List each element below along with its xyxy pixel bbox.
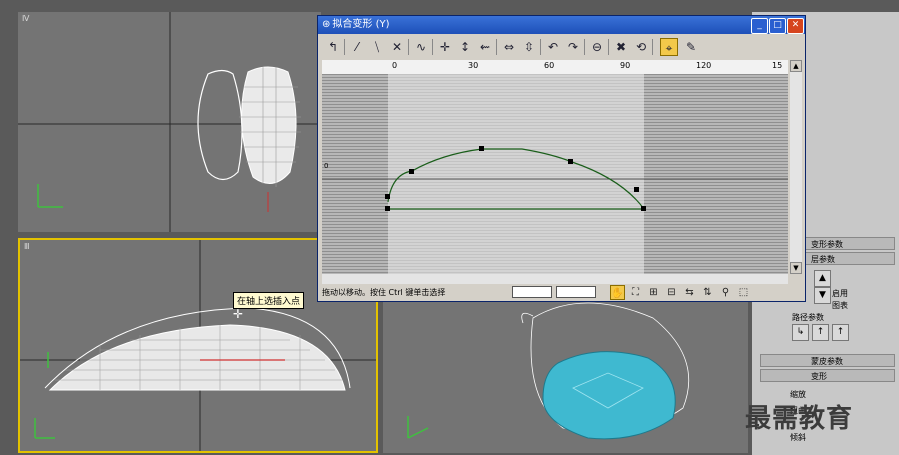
deformation-graph[interactable] bbox=[322, 74, 788, 274]
app-icon: ⊛ bbox=[322, 19, 331, 30]
svg-text:✛: ✛ bbox=[233, 307, 243, 321]
path-params-label: 路径参数 bbox=[792, 313, 824, 322]
minimize-button[interactable]: _ bbox=[751, 18, 768, 34]
x-value-field[interactable] bbox=[512, 286, 552, 298]
display-y-axis-icon[interactable]: ⧹ bbox=[368, 38, 386, 56]
dialog-statusbar: 拖动以移动。按住 Ctrl 键单击选择 ✋ ⛶ ⊞ ⊟ ⇆ ⇅ ⚲ ⬚ bbox=[320, 284, 803, 301]
y-value-field[interactable] bbox=[556, 286, 596, 298]
spinner-up-icon[interactable]: ▲ bbox=[814, 270, 831, 287]
graph-ruler: 0 30 60 90 120 15 bbox=[322, 60, 788, 75]
dialog-title: 拟合变形 (Y) bbox=[332, 19, 390, 30]
delete-control-point-icon[interactable]: ✖ bbox=[612, 38, 630, 56]
insert-bezier-point-icon[interactable]: ⇜ bbox=[476, 38, 494, 56]
scroll-up-icon[interactable]: ▲ bbox=[790, 60, 802, 72]
generate-path-icon[interactable]: ✎ bbox=[682, 38, 700, 56]
zoom-region-icon[interactable]: ⬚ bbox=[736, 285, 751, 300]
zoom-vertical-icon[interactable]: ⇅ bbox=[700, 285, 715, 300]
zoom-horizontal-icon[interactable]: ⇆ bbox=[682, 285, 697, 300]
maximize-button[interactable]: □ bbox=[769, 18, 786, 34]
value-marker: 0 bbox=[324, 162, 329, 170]
rotate-ccw-icon[interactable]: ↶ bbox=[544, 38, 562, 56]
scale-control-point-icon[interactable]: ↕ bbox=[456, 38, 474, 56]
ruler-tick: 15 bbox=[772, 61, 783, 70]
dialog-titlebar[interactable]: ⊛ 拟合变形 (Y) _ □ ✕ bbox=[318, 16, 805, 34]
zoom-horizontal-extents-icon[interactable]: ⊞ bbox=[646, 285, 661, 300]
ruler-tick: 0 bbox=[392, 61, 398, 70]
ruler-tick: 60 bbox=[544, 61, 555, 70]
spinner-down-icon[interactable]: ▼ bbox=[814, 287, 831, 304]
mirror-horizontal-icon[interactable]: ⇔ bbox=[500, 38, 518, 56]
get-shape-icon[interactable]: ⌖ bbox=[660, 38, 678, 56]
zoom-icon[interactable]: ⚲ bbox=[718, 285, 733, 300]
rollout-skin-params[interactable]: 蒙皮参数 bbox=[760, 354, 895, 367]
reset-curve-icon[interactable]: ⟲ bbox=[632, 38, 650, 56]
rollout-deformations[interactable]: 变形 bbox=[760, 369, 895, 382]
ruler-tick: 120 bbox=[696, 61, 712, 70]
watermark-logo: 最需教育 bbox=[745, 404, 854, 434]
ruler-tick: 30 bbox=[468, 61, 479, 70]
display-x-axis-icon[interactable]: ⁄ bbox=[348, 38, 366, 56]
insert-point-tooltip: 在轴上选插入点 bbox=[233, 292, 305, 309]
zoom-vertical-extents-icon[interactable]: ⊟ bbox=[664, 285, 679, 300]
mirror-vertical-icon[interactable]: ⇳ bbox=[520, 38, 538, 56]
pan-icon[interactable]: ✋ bbox=[610, 285, 625, 300]
swap-curves-icon[interactable]: ∿ bbox=[412, 38, 430, 56]
pick-icon[interactable]: ↳ bbox=[792, 324, 809, 341]
deformation-curve-canvas bbox=[322, 74, 788, 274]
dialog-toolbar: ↰ ⁄ ⧹ ✕ ∿ ✛ ↕ ⇜ ⇔ ⇳ ↶ ↷ ⊖ ✖ ⟲ ⌖ ✎ bbox=[320, 36, 803, 58]
enable-checkbox-label[interactable]: 启用 bbox=[832, 288, 848, 299]
viewport-top-canvas bbox=[18, 12, 321, 232]
lock-aspect-icon[interactable]: ⊖ bbox=[588, 38, 606, 56]
graph-radio-label[interactable]: 图表 bbox=[832, 300, 848, 311]
status-prompt: 拖动以移动。按住 Ctrl 键单击选择 bbox=[322, 288, 446, 297]
vertical-scrollbar[interactable]: ▲ ▼ bbox=[790, 60, 802, 274]
make-symmetrical-icon[interactable]: ↰ bbox=[324, 38, 342, 56]
display-xy-axes-icon[interactable]: ✕ bbox=[388, 38, 406, 56]
horizontal-scrollbar[interactable] bbox=[322, 274, 788, 284]
up-arrow-icon-2[interactable]: ↑ bbox=[832, 324, 849, 341]
scroll-down-icon[interactable]: ▼ bbox=[790, 262, 802, 274]
up-arrow-icon[interactable]: ↑ bbox=[812, 324, 829, 341]
ruler-tick: 90 bbox=[620, 61, 631, 70]
move-control-point-icon[interactable]: ✛ bbox=[436, 38, 454, 56]
rotate-cw-icon[interactable]: ↷ bbox=[564, 38, 582, 56]
zoom-extents-icon[interactable]: ⛶ bbox=[628, 285, 643, 300]
viewport-top[interactable]: Ⅳ bbox=[18, 12, 321, 232]
fit-deformation-dialog: ⊛ 拟合变形 (Y) _ □ ✕ ↰ ⁄ ⧹ ✕ ∿ ✛ ↕ ⇜ ⇔ ⇳ ↶ ↷ … bbox=[317, 15, 806, 302]
close-button[interactable]: ✕ bbox=[787, 18, 804, 34]
